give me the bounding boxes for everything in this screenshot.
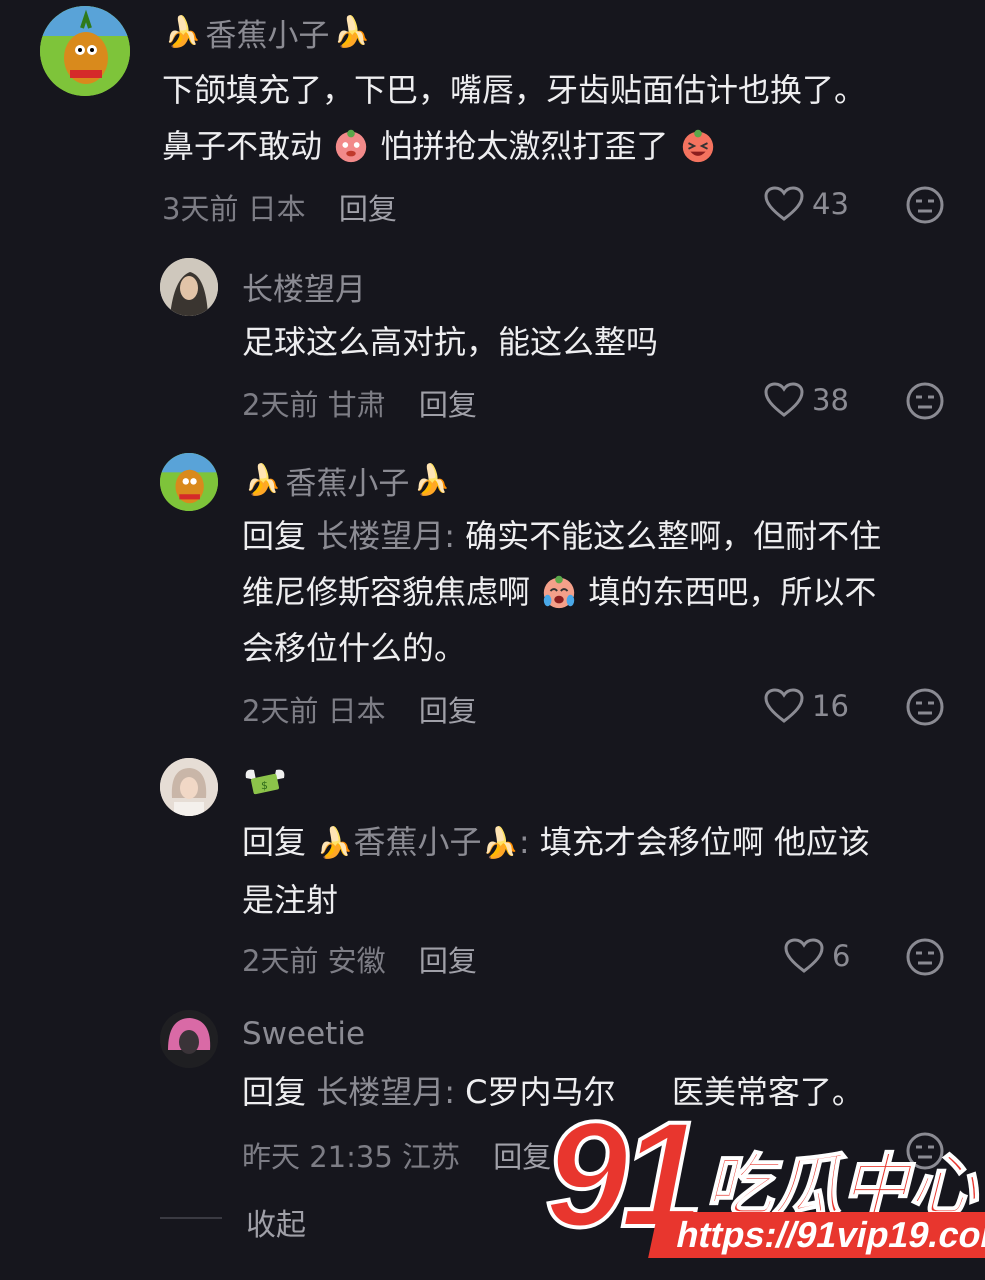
dislike-face-icon[interactable] [905,687,945,727]
pouting-emoji-icon [335,129,367,163]
crying-emoji-icon [543,575,575,609]
dislike-face-icon[interactable] [905,381,945,421]
collapse-button[interactable]: 收起 [246,1200,306,1244]
banana-icon: 🍌 [316,826,354,861]
comment-text: 回复 🍌香蕉小子🍌: 填充才会移位啊 他应该 是注射 [242,823,871,919]
comment-meta: 昨天 21:35 江苏 回复 [242,1140,552,1174]
comment-meta: 2天前 安徽 回复 [242,944,477,978]
banana-icon: 🍌 [413,463,451,498]
watermark-url: https://91vip19.com [648,1212,985,1258]
heart-icon [764,688,804,723]
avatar[interactable] [160,258,218,316]
banana-icon: 🍌 [481,826,519,861]
comment-meta: 2天前 日本 回复 [242,694,477,728]
collapse-divider [160,1217,222,1219]
like-count: 38 [812,383,849,417]
avatar[interactable] [160,1010,218,1068]
reply-button[interactable]: 回复 [419,944,477,978]
reply-button[interactable]: 回复 [419,694,477,728]
svg-text:$: $ [261,779,268,792]
avatar[interactable] [160,758,218,816]
comment-author[interactable]: Sweetie [242,1016,365,1052]
comment-author[interactable]: $ [242,762,288,802]
dislike-face-icon[interactable] [905,185,945,225]
heart-icon [764,186,804,221]
comment-author[interactable]: 🍌 香蕉小子 🍌 [164,10,371,55]
like-button[interactable]: 16 [764,688,849,724]
comment-author[interactable]: 🍌 香蕉小子 🍌 [244,458,451,503]
reply-button[interactable]: 回复 [493,1140,551,1174]
heart-icon [784,938,824,973]
reply-button[interactable]: 回复 [419,388,477,422]
comment-meta: 2天前 甘肃 回复 [242,388,477,422]
reply-button[interactable]: 回复 [339,192,397,226]
banana-icon: 🍌 [244,463,282,498]
reply-to-user[interactable]: 🍌香蕉小子🍌: [316,823,540,861]
watermark: 91 吃瓜中心 https://91vip19.com [543,1088,985,1270]
like-count: 43 [812,187,849,221]
reply-to-user[interactable]: 长楼望月: [316,517,455,555]
banana-icon: 🍌 [333,15,371,50]
like-button[interactable]: 43 [764,186,849,222]
avatar[interactable] [40,6,130,96]
money-wings-emoji: $ [245,769,285,795]
comment-author[interactable]: 长楼望月 [242,264,366,309]
like-button[interactable]: 38 [764,382,849,418]
comment-text: 回复 长楼望月: 确实不能这么整啊，但耐不住 维尼修斯容貌焦虑啊 填的东西吧，所… [242,517,882,667]
avatar[interactable] [160,453,218,511]
heart-icon [764,382,804,417]
like-count: 16 [812,689,849,723]
comment-text: 下颌填充了，下巴，嘴唇，牙齿贴面估计也换了。 鼻子不敢动 怕拼抢太激烈打歪了 [162,71,867,165]
dislike-face-icon[interactable] [905,937,945,977]
like-count: 6 [832,939,851,973]
laughing-emoji-icon [682,129,713,163]
banana-icon: 🍌 [164,15,202,50]
comment-meta: 3天前 日本 回复 [162,192,397,226]
like-button[interactable]: 6 [784,938,850,974]
comment-text: 足球这么高对抗，能这么整吗 [242,323,659,361]
reply-to-user[interactable]: 长楼望月: [316,1073,455,1111]
